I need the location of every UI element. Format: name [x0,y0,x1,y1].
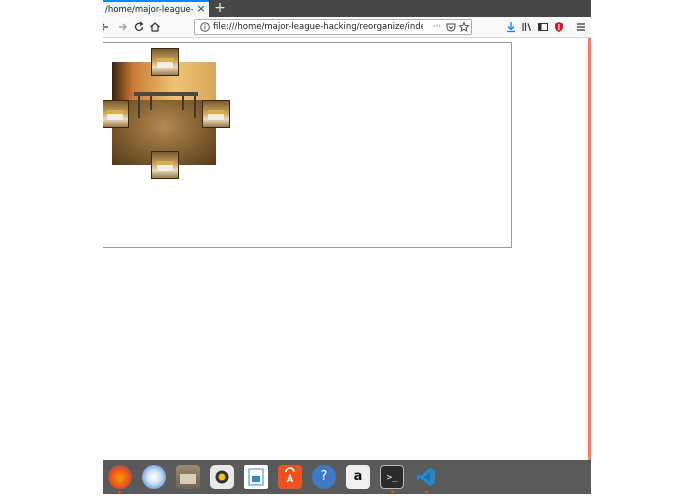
thunderbird-icon[interactable] [142,465,166,489]
pocket-icon[interactable] [445,20,457,34]
software-center-icon[interactable] [278,465,302,489]
download-icon [507,22,515,33]
vscode-running-indicator [425,491,428,493]
sidebar-button[interactable] [535,19,551,35]
tab-close-button[interactable]: × [195,3,207,15]
files-icon[interactable] [176,465,200,489]
library-button[interactable] [519,19,535,35]
amazon-icon[interactable]: a [346,465,370,489]
tab-title: /home/major-league-hacking [105,5,193,15]
page-frame [103,42,512,248]
page-content [103,38,591,460]
libreoffice-writer-icon[interactable] [244,465,268,489]
chair-photo-left[interactable] [103,100,129,128]
rhythmbox-icon[interactable] [210,465,234,489]
home-button[interactable] [147,19,163,35]
star-icon[interactable] [458,20,470,34]
url-bar[interactable]: file:///home/major-league-hacking/reorga… [194,19,472,35]
firefox-running-indicator [118,491,121,493]
browser-window: /home/major-league-hacking × + file:///h… [103,0,591,460]
chair-photo-right[interactable] [202,100,230,128]
terminal-icon[interactable]: >_ [380,465,404,489]
download-button[interactable] [503,19,519,35]
new-tab-button[interactable]: + [213,1,227,15]
library-icon [522,23,532,31]
back-icon [103,23,108,31]
window-edge [588,38,591,460]
info-icon[interactable] [199,21,211,33]
back-button[interactable] [103,19,113,35]
menu-icon [577,23,585,31]
reload-icon [134,21,144,31]
navigation-toolbar: file:///home/major-league-hacking/reorga… [103,17,591,38]
shield-button[interactable] [551,19,567,35]
dock: ? a >_ [103,460,591,494]
url-text[interactable]: file:///home/major-league-hacking/reorga… [213,20,423,34]
tab-active[interactable]: /home/major-league-hacking × [103,0,209,17]
vscode-icon[interactable] [414,465,438,489]
page-actions-button[interactable]: ··· [431,20,443,34]
menu-button[interactable] [573,19,589,35]
chair-photo-bottom[interactable] [151,151,179,179]
shield-icon [555,22,563,32]
tab-strip: /home/major-league-hacking × + [103,0,591,17]
forward-icon [119,23,127,31]
reload-button[interactable] [131,19,147,35]
forward-button[interactable] [115,19,131,35]
help-icon[interactable]: ? [312,465,336,489]
chair-photo-top[interactable] [151,48,179,76]
firefox-icon[interactable] [108,465,132,489]
terminal-running-indicator [391,491,394,493]
home-icon [150,22,160,32]
sidebar-icon [538,23,548,31]
